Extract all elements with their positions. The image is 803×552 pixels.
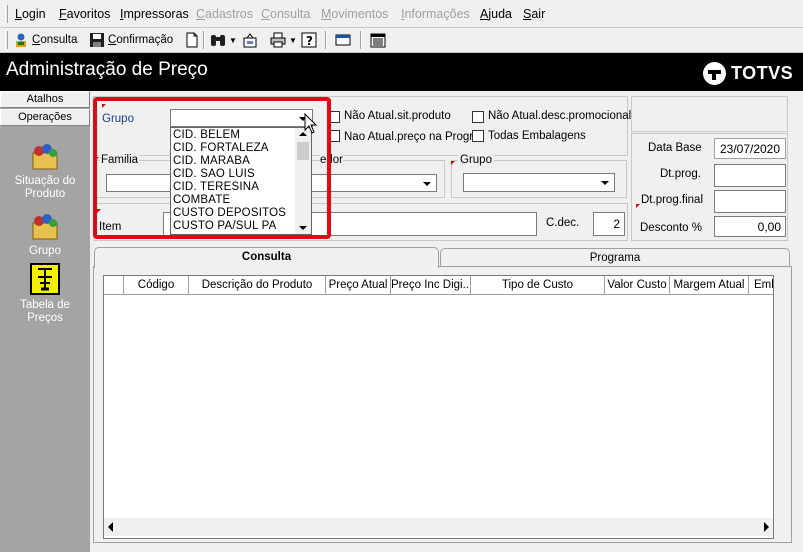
menu-impressoras[interactable]: Impressoras <box>120 7 189 21</box>
window-icon <box>335 32 351 48</box>
grid-header-descricao[interactable]: Descrição do Produto <box>189 276 326 295</box>
grid-header-valor-custo[interactable]: Valor Custo <box>605 276 670 295</box>
find-button[interactable]: ▼ <box>210 30 237 50</box>
tab-consulta[interactable]: Consulta <box>94 247 439 268</box>
grid-header-emb[interactable]: Emb <box>749 276 773 295</box>
menu-consulta[interactable]: Consulta <box>261 7 310 21</box>
operacoes-button[interactable]: Operações <box>0 109 90 126</box>
grid-header-tipo-custo[interactable]: Tipo de Custo <box>471 276 605 295</box>
toolbar: Consulta Confirmação ▼ ▼ ? <box>0 28 803 53</box>
nao-atual-desc-promocional-label: Não Atual.desc.promocional <box>488 110 632 122</box>
tabela-precos-icon <box>30 263 60 295</box>
help-icon: ? <box>301 32 317 48</box>
grid-header-preco-inc-digi[interactable]: Preço Inc Digi... <box>391 276 471 295</box>
toolbar-separator <box>325 31 327 49</box>
toolbar-grip <box>5 31 8 49</box>
chevron-down-icon[interactable] <box>597 175 613 190</box>
required-marker <box>636 204 640 208</box>
consulta-icon <box>13 32 29 48</box>
save-icon <box>89 32 105 48</box>
highlight-box <box>93 97 331 239</box>
dt-prog-field[interactable] <box>714 164 786 187</box>
right-top-box <box>631 96 788 132</box>
title-bar: Administração de Preço TOTVS <box>0 53 803 91</box>
menu-sair[interactable]: Sair <box>523 7 545 21</box>
left-panel: Atalhos Operações Situação do Produto Gr… <box>0 91 90 552</box>
consulta-button[interactable]: Consulta <box>13 30 77 50</box>
situacao-produto-icon <box>32 144 58 170</box>
cdec-label: C.dec. <box>546 217 580 229</box>
binoculars-icon <box>210 32 226 48</box>
chevron-down-icon[interactable] <box>419 176 435 190</box>
nao-atual-desc-promocional-checkbox[interactable] <box>472 111 484 123</box>
nao-atual-preco-progr-label: Nao Atual.preço na Progr. <box>344 131 476 143</box>
todas-embalagens-label: Todas Embalagens <box>488 130 586 142</box>
new-document-button[interactable] <box>184 30 200 50</box>
grid-header-codigo[interactable]: Código <box>124 276 189 295</box>
calendar-icon <box>370 32 386 48</box>
new-document-icon <box>184 32 200 48</box>
grid-header-selector[interactable] <box>104 276 124 295</box>
grupo2-label: Grupo <box>458 154 494 166</box>
print-button[interactable]: ▼ <box>270 30 297 50</box>
print-dropdown-arrow-icon[interactable]: ▼ <box>289 36 297 45</box>
menu-informacoes[interactable]: Informações <box>401 7 470 21</box>
grupo-icon <box>32 214 58 240</box>
menu-movimentos[interactable]: Movimentos <box>321 7 388 21</box>
menu-login[interactable]: Login <box>15 7 46 21</box>
export-button[interactable] <box>242 30 258 50</box>
tabela-precos-shortcut[interactable]: Tabela de Preços <box>0 263 90 325</box>
menu-cadastros[interactable]: Cadastros <box>196 7 253 21</box>
svg-text:?: ? <box>306 34 313 48</box>
dt-prog-label: Dt.prog. <box>660 168 701 180</box>
nao-atual-sit-produto-label: Não Atual.sit.produto <box>344 110 451 122</box>
desconto-label: Desconto % <box>640 222 703 234</box>
totvs-logo: TOTVS <box>703 61 793 85</box>
mouse-cursor-icon <box>304 113 318 134</box>
export-icon <box>242 32 258 48</box>
toolbar-separator <box>360 31 362 49</box>
desconto-field[interactable]: 0,00 <box>714 216 786 237</box>
scroll-left-icon[interactable] <box>108 522 113 532</box>
required-marker <box>451 161 455 165</box>
confirmacao-button[interactable]: Confirmação <box>89 30 173 50</box>
todas-embalagens-checkbox[interactable] <box>472 130 484 142</box>
menu-grip <box>5 5 8 23</box>
grupo-shortcut[interactable]: Grupo <box>0 209 90 258</box>
menu-ajuda[interactable]: Ajuda <box>480 7 512 21</box>
help-button[interactable]: ? <box>301 30 317 50</box>
scroll-right-icon[interactable] <box>764 522 769 532</box>
menu-bar: Login Favoritos Impressoras Cadastros Co… <box>0 0 803 28</box>
page-title: Administração de Preço <box>6 59 208 80</box>
toolbar-separator <box>203 31 205 49</box>
grupo2-combo[interactable] <box>463 173 615 192</box>
find-dropdown-arrow-icon[interactable]: ▼ <box>229 36 237 45</box>
grid-horizontal-scrollbar[interactable] <box>104 518 773 536</box>
printer-icon <box>270 32 286 48</box>
cdec-field[interactable]: 2 <box>593 212 625 236</box>
grid-header-margem-atual[interactable]: Margem Atual <box>670 276 749 295</box>
grid-header-preco-atual[interactable]: Preço Atual <box>326 276 391 295</box>
totvs-logo-icon <box>703 61 726 85</box>
atalhos-button[interactable]: Atalhos <box>0 91 90 108</box>
menu-favoritos[interactable]: Favoritos <box>59 7 110 21</box>
tab-programa[interactable]: Programa <box>440 248 790 268</box>
dt-prog-final-label: Dt.prog.final <box>641 194 704 206</box>
dt-prog-final-field[interactable] <box>714 190 786 213</box>
calendar-button[interactable] <box>370 30 386 50</box>
data-base-field[interactable]: 23/07/2020 <box>714 138 786 159</box>
results-grid[interactable]: Código Descrição do Produto Preço Atual … <box>103 275 774 539</box>
data-base-label: Data Base <box>648 142 702 154</box>
window-button[interactable] <box>335 30 351 50</box>
situacao-produto-shortcut[interactable]: Situação do Produto <box>0 139 90 201</box>
